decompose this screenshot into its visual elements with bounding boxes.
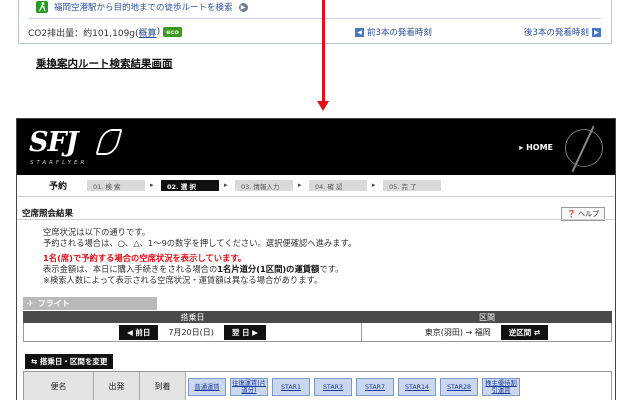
arrow-right-icon: ▶ (591, 27, 601, 37)
site-header: SFJ STARFLYER ▸ HOME (17, 119, 615, 175)
flight-label: フライト (37, 299, 70, 308)
info-line: 予約される場合は、○、△、1～9の数字を押してください。選択便確認へ進みます。 (43, 238, 357, 248)
step-label: 05. 完 了 (389, 182, 417, 191)
route-text: 東京(羽田) → 福岡 (424, 327, 491, 337)
route-header: 区間 (479, 312, 495, 322)
decorative-emblem-icon (565, 129, 603, 167)
plane-icon: ✈ (27, 299, 34, 308)
steps-title: 予約 (49, 182, 68, 192)
walk-route-row[interactable]: 福岡空港駅から目的地までの徒歩ルートを検索 ▶ (36, 0, 436, 14)
step-separator-icon: ▸ (224, 181, 228, 189)
step-info: ▸ 03. 情報入力 (224, 180, 293, 191)
fare-star28[interactable]: STAR28 (440, 378, 478, 396)
sfj-booking-screen: SFJ STARFLYER ▸ HOME 予約 01. 検 索 ▸ 02. 選 択… (16, 118, 616, 400)
info-line: ※検索人数によって表示される空席状況・運賃額は異なる場合があります。 (43, 275, 323, 285)
prev-3-times-link[interactable]: ◀ 前3本の発着時刻 (355, 24, 432, 40)
change-date-route-button[interactable]: ⇆ 搭乗日・区間を変更 (25, 354, 114, 369)
step-complete: ▸ 05. 完 了 (372, 180, 441, 191)
step-label: 04. 確 認 (315, 182, 343, 191)
walking-person-icon (36, 1, 48, 13)
prev-day-button[interactable]: ◀ 前日 (118, 324, 159, 340)
date-route-header: 搭乗日 区間 (23, 311, 612, 323)
info-text-c: です。 (319, 264, 344, 274)
info-text-bold: 1名片道分(1区間)の運賃額 (217, 264, 320, 274)
flow-arrow-head (317, 101, 329, 111)
info-text-a: 表示金額は、本日に購入手続きをされる場合の (43, 264, 218, 274)
step-label: 02. 選 択 (167, 182, 197, 191)
fare-shareholder[interactable]: 株主優待割引運賃 (482, 378, 520, 396)
fare-star7[interactable]: STAR7 (356, 378, 394, 396)
divider (17, 219, 615, 220)
col-departure: 出発 (94, 372, 140, 400)
walk-route-link[interactable]: 福岡空港駅から目的地までの徒歩ルートを検索 (54, 1, 233, 13)
step-search: 01. 検 索 (87, 180, 145, 191)
step-confirm: ▸ 04. 確 認 (298, 180, 367, 191)
caption: 乗換案内ルート検索結果画面 (36, 58, 173, 70)
next-3-times-link[interactable]: 後3本の発着時刻 ▶ (524, 24, 601, 40)
co2-estimate-link[interactable]: 概算 (139, 26, 157, 39)
step-separator-icon: ▸ (298, 181, 302, 189)
info-text: 空席状況は以下の通りです。 予約される場合は、○、△、1～9の数字を押してくださ… (43, 227, 356, 286)
co2-close-paren: ) (156, 27, 161, 37)
travel-date: 7月20日(日) (168, 327, 214, 337)
step-separator-icon: ▸ (150, 181, 154, 189)
flow-arrow (322, 0, 325, 103)
step-separator-icon: ▸ (372, 181, 376, 189)
section-title: 空席照会結果 (22, 209, 74, 219)
next-day-button[interactable]: 翌 日 ▶ (223, 324, 266, 340)
info-line: 表示金額は、本日に購入手続きをされる場合の1名片道分(1区間)の運賃額です。 (43, 264, 356, 275)
arrow-right-icon: ▶ (238, 2, 248, 12)
fare-round-trip[interactable]: 往復運賃(片道分) (230, 378, 268, 396)
home-link[interactable]: ▸ HOME (519, 143, 553, 152)
col-arrival: 到着 (140, 372, 186, 400)
date-header: 搭乗日 (180, 312, 205, 322)
step-label: 01. 検 索 (93, 182, 121, 191)
reverse-route-button[interactable]: 逆区間 ⇄ (500, 324, 549, 340)
booking-steps: 予約 01. 検 索 ▸ 02. 選 択 ▸ 03. 情報入力 ▸ 04. 確 認 ▸… (17, 175, 615, 197)
date-route-body: ◀ 前日 7月20日(日) 翌 日 ▶ 東京(羽田) → 福岡 逆区間 ⇄ (23, 323, 612, 342)
step-label: 03. 情報入力 (241, 182, 280, 191)
route-cell: 東京(羽田) → 福岡 逆区間 ⇄ (362, 323, 611, 341)
arrow-left-icon: ◀ (355, 27, 364, 37)
flight-section-bar: ✈ フライト (23, 297, 157, 310)
co2-row: CO2排出量：約101,109g( 概算 ) eco ◀ 前3本の発着時刻 後3… (28, 24, 601, 40)
divider (29, 18, 601, 19)
date-route-table: 搭乗日 区間 ◀ 前日 7月20日(日) 翌 日 ▶ 東京(羽田) → 福岡 逆… (23, 311, 612, 342)
transit-result-panel: 福岡空港駅から目的地までの徒歩ルートを検索 ▶ CO2排出量：約101,109g… (18, 0, 612, 44)
co2-label: CO2排出量：約101,109g( (28, 28, 139, 39)
info-red-line: 1名(席)で予約する場合の空席状況を表示しています。 (43, 253, 247, 263)
fare-regular[interactable]: 普通運賃 (188, 378, 226, 396)
col-flight-number: 便名 (24, 372, 94, 400)
fare-star14[interactable]: STAR14 (398, 378, 436, 396)
date-cell: ◀ 前日 7月20日(日) 翌 日 ▶ (24, 323, 362, 341)
sfj-logo[interactable]: SFJ (29, 127, 78, 158)
fare-star1[interactable]: STAR1 (272, 378, 310, 396)
step-select: ▸ 02. 選 択 (150, 180, 219, 191)
logo-swirl-icon (95, 129, 123, 155)
fare-table-header: 便名 出発 到着 普通運賃 往復運賃(片道分) STAR1 STAR3 STAR… (23, 371, 612, 400)
eco-badge[interactable]: eco (163, 27, 182, 37)
prev-3-times-label: 前3本の発着時刻 (367, 28, 432, 38)
info-line: 空席状況は以下の通りです。 (43, 227, 151, 237)
next-3-times-label: 後3本の発着時刻 (524, 28, 589, 38)
logo-subtitle: STARFLYER (30, 160, 88, 166)
fare-star3[interactable]: STAR3 (314, 378, 352, 396)
